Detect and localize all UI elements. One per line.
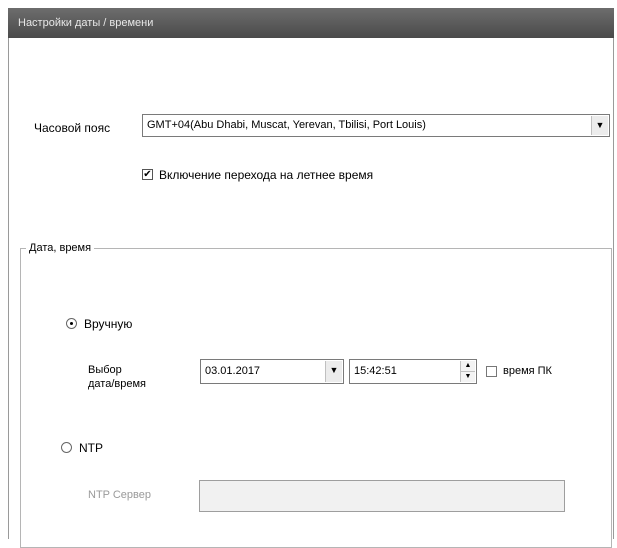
timezone-value: GMT+04(Abu Dhabi, Muscat, Yerevan, Tbili… (147, 119, 426, 131)
datetime-group-title: Дата, время (26, 242, 95, 254)
date-value: 03.01.2017 (205, 365, 261, 377)
checkmark-icon: ✔ (143, 169, 152, 181)
dst-checkbox[interactable]: ✔ (142, 169, 153, 181)
chevron-down-icon: ▼ (329, 365, 339, 375)
manual-radio-row[interactable]: Вручную (66, 316, 132, 331)
timezone-dropdown-button[interactable]: ▼ (591, 116, 608, 135)
frame-border-right (613, 38, 614, 539)
spin-updown-icon[interactable]: ▲ ▼ (460, 361, 475, 382)
date-dropdown-button[interactable]: ▼ (325, 361, 342, 382)
timezone-select[interactable]: GMT+04(Abu Dhabi, Muscat, Yerevan, Tbili… (142, 114, 610, 137)
time-spinner[interactable]: 15:42:51 ▲ ▼ (349, 359, 477, 384)
pc-time-label: время ПК (503, 365, 552, 378)
pc-time-checkbox[interactable] (486, 365, 497, 377)
datetime-label-line2: дата/время (88, 378, 146, 390)
spin-up-button[interactable]: ▲ (461, 361, 475, 371)
datetime-select-label: Выбор дата/время (88, 363, 146, 391)
ntp-radio-row[interactable]: NTP (61, 440, 103, 455)
dst-checkbox-row[interactable]: ✔ Включение перехода на летнее время (142, 167, 373, 182)
datetime-label-line1: Выбор (88, 364, 122, 376)
ntp-radio[interactable] (61, 442, 72, 454)
window-title: Настройки даты / времени (8, 8, 614, 38)
time-value: 15:42:51 (354, 365, 397, 377)
pc-time-checkbox-row[interactable]: время ПК (486, 365, 552, 377)
manual-radio[interactable] (66, 318, 77, 330)
manual-label: Вручную (84, 316, 133, 331)
ntp-server-label: NTP Сервер (88, 489, 151, 501)
ntp-server-input[interactable] (199, 480, 565, 512)
dst-label: Включение перехода на летнее время (159, 167, 374, 182)
timezone-label: Часовой пояс (34, 121, 111, 135)
spin-down-button[interactable]: ▼ (461, 371, 475, 382)
ntp-label: NTP (79, 440, 103, 455)
frame-border-left (8, 38, 9, 539)
chevron-down-icon: ▼ (595, 120, 605, 130)
date-picker[interactable]: 03.01.2017 ▼ (200, 359, 344, 384)
